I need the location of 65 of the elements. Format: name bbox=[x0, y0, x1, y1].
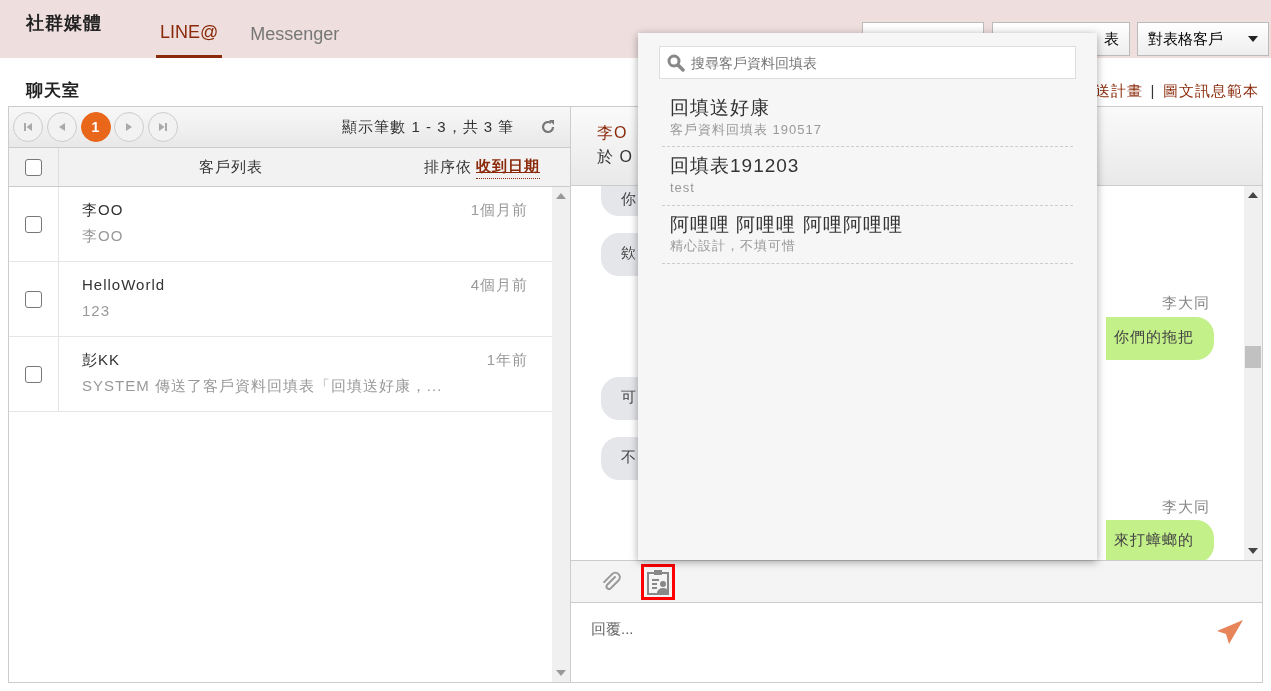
search-field[interactable]: 搜尋客戶資料回填表 bbox=[659, 46, 1076, 79]
next-page-button[interactable] bbox=[114, 112, 145, 142]
scrollbar[interactable] bbox=[552, 187, 570, 682]
scroll-down-icon bbox=[1248, 548, 1258, 554]
first-page-icon bbox=[23, 122, 33, 132]
timestamp: 1年前 bbox=[486, 350, 528, 370]
contact-name: 李O bbox=[597, 123, 629, 143]
form-subtitle: test bbox=[670, 179, 696, 198]
column-header: 客戶列表 bbox=[199, 156, 263, 177]
clipboard-person-icon bbox=[646, 568, 670, 595]
caret-icon bbox=[1248, 36, 1258, 42]
nav-tab[interactable]: LINE@ bbox=[156, 0, 223, 58]
contact-subtitle: 於 O bbox=[597, 147, 634, 167]
row-checkbox[interactable] bbox=[25, 290, 42, 308]
first-page-button[interactable] bbox=[13, 112, 43, 142]
form-subtitle: 客戶資料回填表 190517 bbox=[670, 120, 823, 139]
form-title: 回填送好康 bbox=[670, 97, 771, 120]
row-checkbox[interactable] bbox=[25, 215, 42, 233]
scroll-down-icon bbox=[556, 670, 566, 676]
message-preview: 李OO bbox=[82, 225, 125, 246]
form-button[interactable] bbox=[641, 563, 675, 600]
message-bubble: 你們的拖把 bbox=[1106, 316, 1214, 360]
customer-name: 李OO bbox=[82, 200, 124, 220]
last-page-button[interactable] bbox=[148, 112, 178, 142]
form-title: 回填表191203 bbox=[670, 155, 801, 179]
scrollbar[interactable] bbox=[1244, 186, 1262, 560]
search-icon bbox=[667, 54, 685, 72]
link-separator: | bbox=[1150, 80, 1156, 101]
form-item[interactable]: 回填表191203 test bbox=[662, 147, 1073, 206]
customer-name: 彭KK bbox=[82, 350, 120, 370]
refresh-icon[interactable] bbox=[540, 119, 556, 135]
app-title: 社群媒體 bbox=[24, 12, 103, 35]
message-preview: 123 bbox=[82, 300, 112, 321]
page-title: 聊天室 bbox=[26, 80, 80, 103]
scroll-up-icon bbox=[1248, 192, 1258, 198]
message-bubble: 來打蟑螂的 bbox=[1106, 520, 1214, 560]
paperclip-icon bbox=[600, 570, 622, 593]
row-checkbox[interactable] bbox=[25, 365, 42, 383]
message-bubble: 可 bbox=[601, 376, 638, 420]
sort-label: 排序依 bbox=[424, 156, 472, 177]
customer-name: HelloWorld bbox=[82, 275, 166, 295]
prev-page-button[interactable] bbox=[46, 112, 77, 142]
select-all-checkbox[interactable] bbox=[25, 158, 42, 176]
sort-link[interactable]: 收到日期 bbox=[476, 155, 540, 179]
form-subtitle: 精心設計，不填可惜 bbox=[670, 237, 797, 256]
timestamp: 4個月前 bbox=[470, 275, 528, 295]
scroll-thumb[interactable] bbox=[1245, 346, 1261, 368]
form-title: 阿哩哩 阿哩哩 阿哩阿哩哩 bbox=[670, 213, 904, 237]
scroll-up-icon bbox=[556, 193, 566, 199]
form-item[interactable]: 阿哩哩 阿哩哩 阿哩阿哩哩 精心設計，不填可惜 bbox=[662, 205, 1073, 264]
reply-field[interactable]: 回覆... bbox=[589, 617, 1179, 642]
last-page-icon bbox=[158, 122, 168, 132]
message-bubble: 欸 bbox=[601, 233, 638, 276]
send-icon[interactable] bbox=[1216, 619, 1244, 645]
message-bubble: 你 bbox=[601, 186, 638, 216]
timestamp: 1個月前 bbox=[470, 200, 528, 220]
message-bubble: 不 bbox=[601, 436, 638, 480]
sender-name: 李大同 bbox=[1161, 496, 1211, 517]
dropdown-button[interactable]: 對表格客戶 bbox=[1137, 22, 1269, 56]
header-link[interactable]: 送計畫 bbox=[1095, 79, 1144, 103]
message-preview: SYSTEM 傳送了客戶資料回填表「回填送好康，... bbox=[82, 375, 444, 396]
form-item[interactable]: 回填送好康 客戶資料回填表 190517 bbox=[662, 89, 1073, 148]
sender-name: 李大同 bbox=[1161, 293, 1211, 313]
pager-summary: 顯示筆數 1 - 3，共 3 筆 bbox=[342, 116, 515, 137]
header-link[interactable]: 圖文訊息範本 bbox=[1163, 79, 1259, 103]
